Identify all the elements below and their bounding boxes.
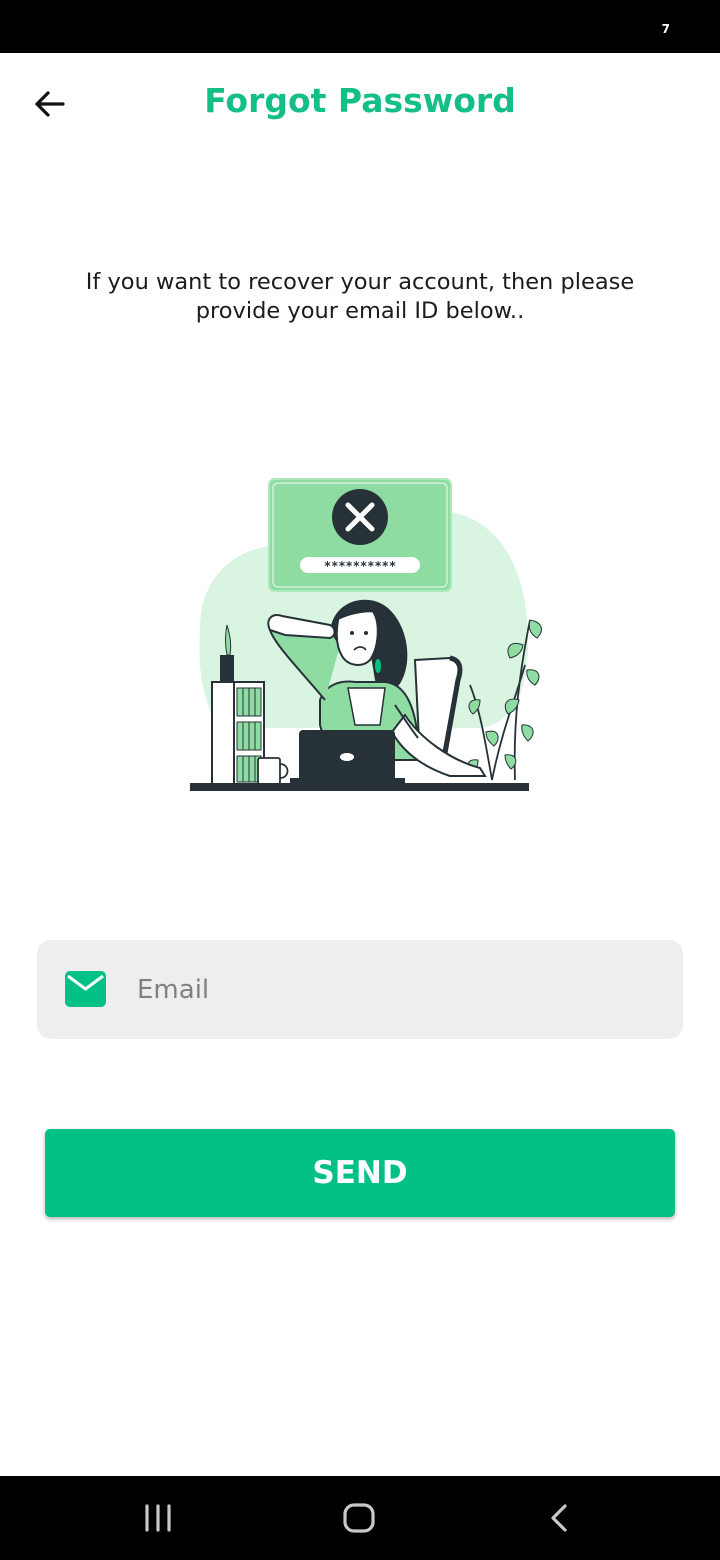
nav-back-button[interactable] <box>530 1498 590 1538</box>
home-button[interactable] <box>329 1498 389 1538</box>
email-input[interactable] <box>137 940 667 1039</box>
forgot-password-illustration: ********** <box>180 470 550 800</box>
recent-apps-icon <box>145 1504 171 1532</box>
email-field[interactable] <box>37 940 683 1039</box>
mail-icon <box>65 971 106 1007</box>
status-bar: 7 <box>0 0 720 53</box>
send-button[interactable]: SEND <box>45 1129 675 1217</box>
page-title: Forgot Password <box>204 81 516 120</box>
status-indicator: 7 <box>661 22 670 36</box>
system-nav-bar <box>0 1476 720 1560</box>
instruction-text: If you want to recover your account, the… <box>85 269 635 324</box>
home-icon <box>343 1503 375 1533</box>
recent-apps-button[interactable] <box>128 1498 188 1538</box>
nav-back-icon <box>551 1504 567 1532</box>
app-header: Forgot Password <box>0 53 720 153</box>
password-mask: ********** <box>324 559 396 573</box>
